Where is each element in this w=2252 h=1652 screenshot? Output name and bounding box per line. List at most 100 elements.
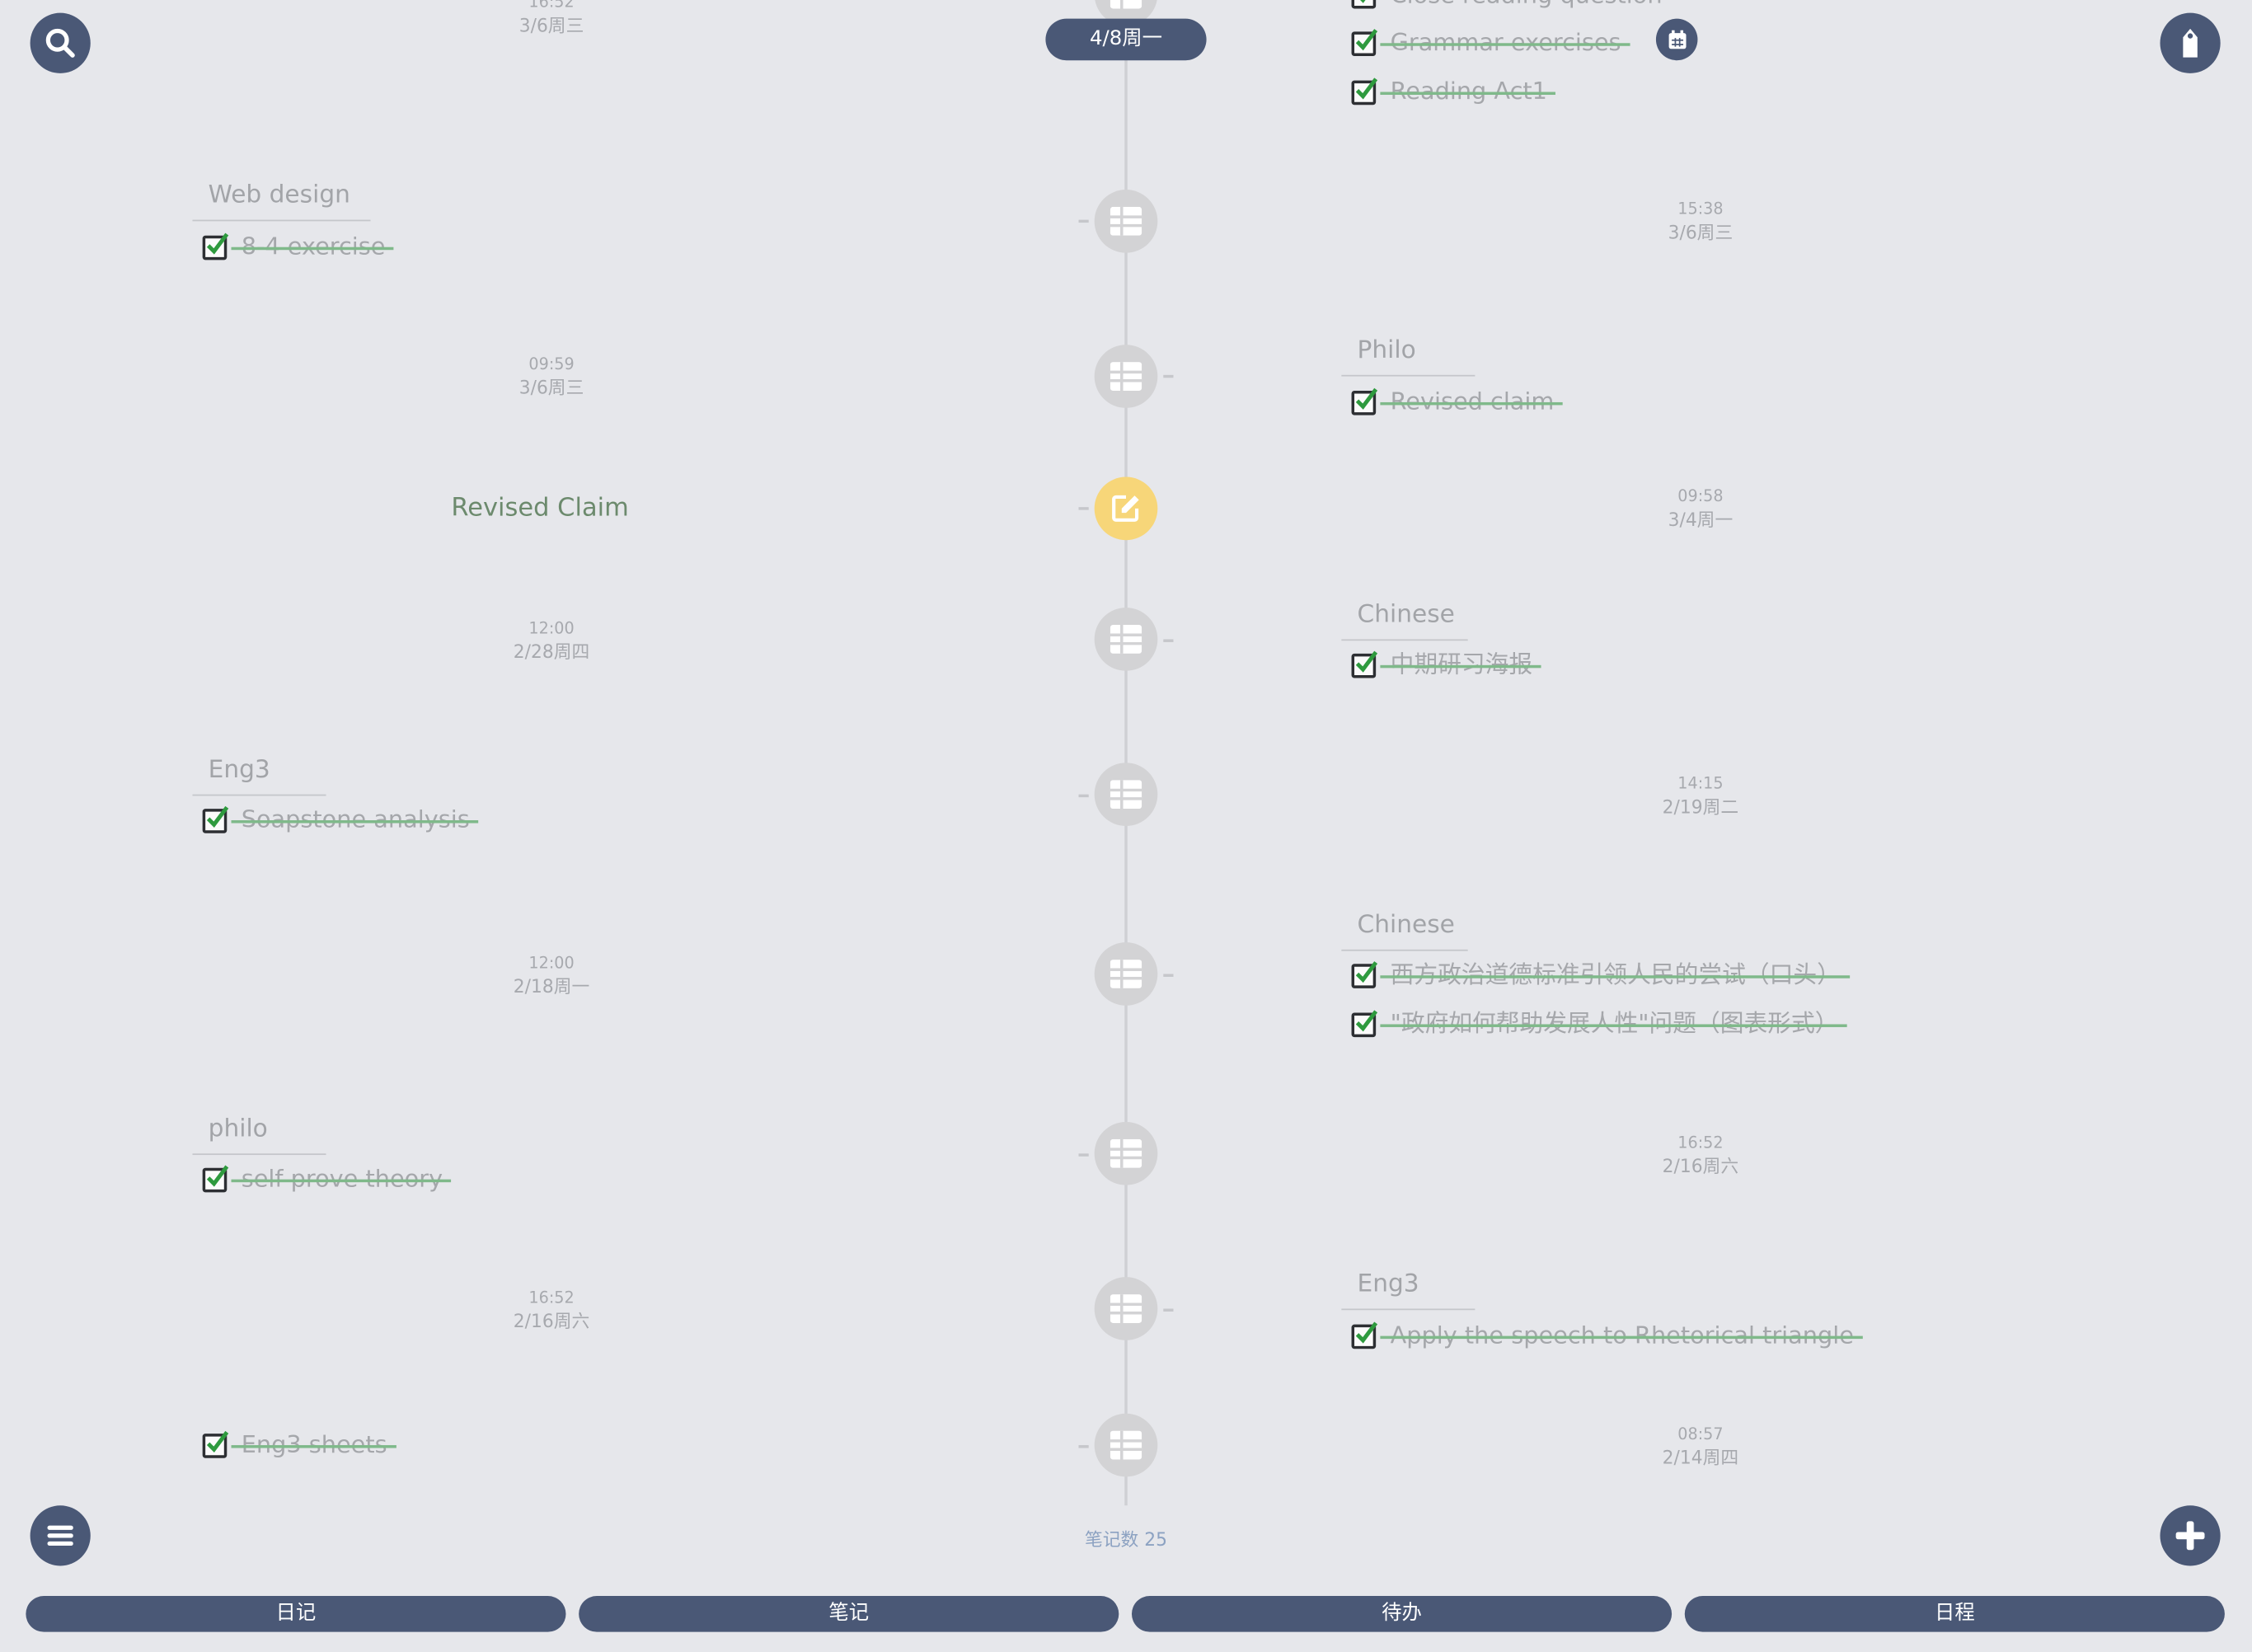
menu-button[interactable]: [30, 1505, 91, 1566]
tag-button[interactable]: [2160, 12, 2221, 73]
timestamp-time: 09:58: [1677, 486, 1724, 506]
timeline-node[interactable]: [1094, 1121, 1158, 1185]
timeline-node-note[interactable]: [1094, 476, 1158, 541]
task-item[interactable]: Revised claim: [1341, 387, 1564, 418]
entry-title: Eng3: [1341, 1269, 1476, 1311]
entry-card[interactable]: Web design: [192, 180, 371, 222]
current-date-pill[interactable]: 4/8周一: [1045, 18, 1207, 61]
entry-title: Philo: [1341, 335, 1476, 377]
timestamp-date: 2/28周四: [513, 641, 590, 663]
timestamp-time: 16:52: [528, 1288, 575, 1307]
task-group: Grammar exercises: [1341, 27, 1630, 59]
connector: [1163, 639, 1174, 642]
task-item[interactable]: Eng3 sheets: [192, 1429, 396, 1461]
entry-title: Chinese: [1341, 909, 1468, 951]
note-title[interactable]: Revised Claim: [396, 491, 683, 526]
timestamp: 09:59 3/6周三: [408, 354, 695, 400]
tab-notes[interactable]: 笔记: [579, 1596, 1119, 1632]
task-label: "政府如何帮助发展人性"问题（图表形式）: [1380, 1008, 1848, 1040]
timestamp-date: 2/16周六: [1662, 1155, 1739, 1177]
connector: [1163, 1308, 1174, 1312]
task-label: Reading Act1: [1380, 76, 1556, 107]
add-button[interactable]: [2160, 1505, 2221, 1566]
timestamp-date: 3/6周三: [518, 14, 584, 36]
task-item[interactable]: 西方政治道德标准引领人民的尝试（口头）: [1341, 960, 1849, 991]
timestamp: 16:52 3/6周三: [408, 0, 695, 37]
timestamp: 16:52 2/16周六: [1557, 1132, 1844, 1178]
timeline-node[interactable]: [1094, 190, 1158, 253]
entry-title: Chinese: [1341, 599, 1468, 641]
timestamp-date: 3/4周一: [1668, 508, 1734, 531]
checkbox-checked[interactable]: [1351, 0, 1377, 8]
timestamp: 15:38 3/6周三: [1557, 198, 1844, 244]
timestamp: 14:15 2/19周二: [1557, 773, 1844, 819]
task-item[interactable]: 8-4 exercise: [192, 232, 395, 263]
calendar-icon: [1668, 29, 1686, 49]
timestamp: 09:58 3/4周一: [1557, 486, 1844, 532]
task-item[interactable]: Close reading question: [1341, 0, 1671, 12]
tab-diary[interactable]: 日记: [26, 1596, 566, 1632]
entry-card[interactable]: Chinese: [1341, 599, 1468, 641]
task-group: Reading Act1: [1341, 76, 1556, 107]
task-item[interactable]: self prove theory: [192, 1164, 453, 1195]
tab-todo[interactable]: 待办: [1131, 1596, 1673, 1632]
task-item[interactable]: 中期研习海报: [1341, 650, 1541, 681]
timeline-node[interactable]: [1094, 763, 1158, 827]
timestamp: 12:00 2/18周一: [408, 952, 695, 998]
task-item[interactable]: "政府如何帮助发展人性"问题（图表形式）: [1341, 1008, 1848, 1040]
checkbox-checked[interactable]: [1351, 1009, 1378, 1037]
task-item[interactable]: Reading Act1: [1341, 76, 1556, 107]
task-label: self prove theory: [231, 1164, 453, 1195]
checkbox-checked[interactable]: [1351, 1321, 1378, 1349]
timestamp-time: 08:57: [1677, 1424, 1724, 1444]
entry-card[interactable]: Eng3: [192, 754, 326, 796]
timestamp: 08:57 2/14周四: [1557, 1424, 1844, 1470]
entry-card[interactable]: philo: [192, 1114, 326, 1156]
list-icon: [1110, 1138, 1142, 1168]
list-icon: [1110, 0, 1142, 9]
timeline-screen: 16:52 3/6周三 4/8周一 Close reading question…: [0, 0, 2252, 1652]
timeline-node[interactable]: [1094, 1277, 1158, 1340]
reminder-button[interactable]: [1655, 18, 1698, 61]
timeline-node[interactable]: [1094, 1413, 1158, 1477]
task-label: Grammar exercises: [1380, 27, 1630, 59]
task-label: 西方政治道德标准引领人民的尝试（口头）: [1380, 960, 1850, 991]
tab-schedule[interactable]: 日程: [1684, 1596, 2225, 1632]
timeline-node[interactable]: [1094, 608, 1158, 671]
list-icon: [1110, 206, 1142, 236]
checkbox-checked[interactable]: [1351, 28, 1378, 56]
connector: [1163, 374, 1174, 378]
timeline-node[interactable]: [1094, 345, 1158, 408]
checkbox-checked[interactable]: [1351, 960, 1378, 988]
checkbox-checked[interactable]: [202, 232, 229, 260]
list-icon: [1110, 960, 1142, 988]
timestamp-time: 14:15: [1677, 774, 1724, 793]
search-icon: [45, 28, 75, 58]
task-label: 8-4 exercise: [231, 232, 395, 263]
checkbox-checked[interactable]: [202, 1430, 229, 1457]
checkbox-checked[interactable]: [1351, 77, 1378, 105]
list-icon: [1110, 780, 1142, 810]
entry-card[interactable]: Philo: [1341, 335, 1476, 377]
checkbox-checked[interactable]: [202, 1164, 229, 1192]
checkbox-checked[interactable]: [1351, 387, 1378, 415]
task-label: 中期研习海报: [1380, 650, 1541, 681]
timestamp: 16:52 2/16周六: [408, 1287, 695, 1333]
timestamp: 12:00 2/28周四: [408, 617, 695, 664]
timestamp-time: 16:52: [1677, 1133, 1724, 1152]
task-label: Apply the speech to Rhetorical triangle: [1380, 1320, 1863, 1351]
timeline-node[interactable]: [1094, 942, 1158, 1006]
checkbox-checked[interactable]: [1351, 650, 1378, 678]
entry-card[interactable]: Chinese: [1341, 909, 1468, 951]
checkbox-checked[interactable]: [202, 805, 229, 833]
task-item[interactable]: Apply the speech to Rhetorical triangle: [1341, 1320, 1862, 1351]
timestamp-time: 12:00: [528, 619, 575, 638]
task-item[interactable]: Soapstone analysis: [192, 805, 479, 836]
task-label: Revised claim: [1380, 387, 1564, 418]
task-item[interactable]: Grammar exercises: [1341, 27, 1630, 59]
task-group: Close reading question: [1341, 0, 1671, 12]
search-button[interactable]: [30, 12, 91, 73]
timestamp-date: 3/6周三: [1668, 221, 1734, 243]
entry-card[interactable]: Eng3: [1341, 1269, 1476, 1311]
list-icon: [1110, 362, 1142, 391]
